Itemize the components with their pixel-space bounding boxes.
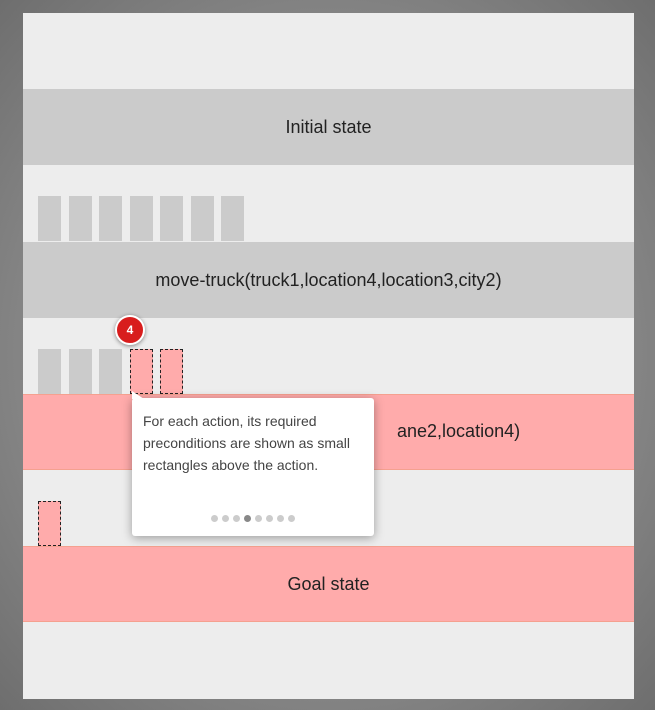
precondition-rect[interactable] (99, 349, 122, 394)
tour-step-dot[interactable] (211, 515, 218, 522)
precondition-rect[interactable] (38, 349, 61, 394)
action-label-right: ane2,location4) (397, 421, 521, 441)
tour-step-badge: 4 (115, 315, 145, 345)
goal-state-bar[interactable]: Goal state (23, 546, 634, 622)
unsatisfied-precondition-rect[interactable] (130, 349, 153, 394)
tooltip-text: For each action, its required preconditi… (143, 413, 350, 473)
tour-tooltip: For each action, its required preconditi… (132, 391, 374, 536)
precondition-rect[interactable] (130, 196, 153, 241)
action-label: move-truck(truck1,location4,location3,ci… (155, 269, 502, 290)
tooltip-arrow (132, 391, 144, 399)
precondition-rect[interactable] (69, 349, 92, 394)
tour-step-dot[interactable] (222, 515, 229, 522)
tour-step-dot[interactable] (288, 515, 295, 522)
precondition-rect[interactable] (38, 196, 61, 241)
unsatisfied-precondition-rect[interactable] (160, 349, 183, 394)
precondition-rect[interactable] (69, 196, 92, 241)
goal-state-label: Goal state (287, 573, 370, 594)
tour-step-dot[interactable] (266, 515, 273, 522)
plan-visualization-panel: Initial state move-truck(truck1,location… (23, 13, 634, 699)
tour-step-dot[interactable] (255, 515, 262, 522)
tour-step-dot[interactable] (233, 515, 240, 522)
precondition-rect[interactable] (191, 196, 214, 241)
precondition-rect[interactable] (160, 196, 183, 241)
tour-step-dot[interactable] (244, 515, 251, 522)
initial-state-bar[interactable]: Initial state (23, 89, 634, 165)
unsatisfied-precondition-rect[interactable] (38, 501, 61, 546)
tour-step-dot[interactable] (277, 515, 284, 522)
action-bar-move-truck[interactable]: move-truck(truck1,location4,location3,ci… (23, 242, 634, 318)
initial-state-label: Initial state (285, 116, 372, 137)
precondition-rect[interactable] (99, 196, 122, 241)
tour-progress-dots (132, 515, 374, 522)
precondition-rect[interactable] (221, 196, 244, 241)
